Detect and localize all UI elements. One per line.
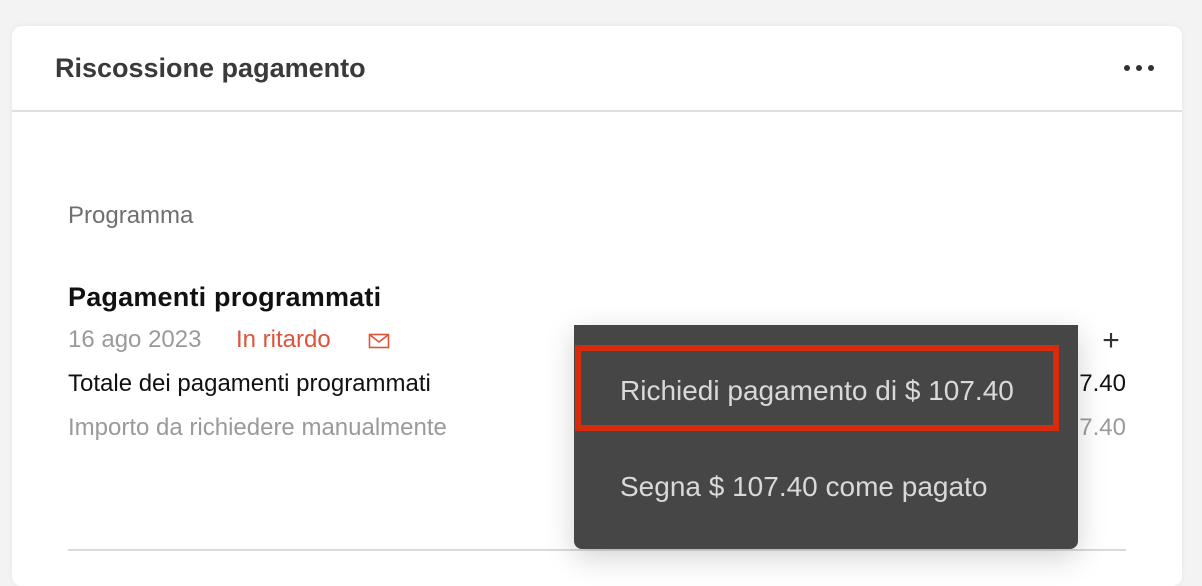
menu-item-label: Segna $ 107.40 come pagato — [620, 471, 988, 502]
card-title: Riscossione pagamento — [55, 53, 366, 83]
divider — [68, 549, 1126, 551]
manual-amount-label: Importo da richiedere manualmente — [68, 414, 447, 441]
section-label: Programma — [68, 202, 194, 229]
card-header: Riscossione pagamento — [12, 26, 1182, 112]
actions-dropdown-menu: Richiedi pagamento di $ 107.40 Segna $ 1… — [574, 325, 1078, 549]
plus-icon[interactable]: + — [1096, 326, 1126, 356]
mail-icon[interactable] — [368, 332, 390, 350]
due-date: 16 ago 2023 — [68, 326, 202, 353]
status-badge: In ritardo — [236, 326, 331, 353]
scheduled-payments-title: Pagamenti programmati — [68, 282, 382, 312]
total-scheduled-value: 7.40 — [1079, 370, 1126, 397]
menu-item-label: Richiedi pagamento di $ 107.40 — [620, 375, 1014, 406]
mark-as-paid-menu-item[interactable]: Segna $ 107.40 come pagato — [574, 439, 1078, 533]
more-options-button[interactable] — [1124, 56, 1154, 80]
request-payment-menu-item[interactable]: Richiedi pagamento di $ 107.40 — [574, 345, 1078, 437]
manual-amount-value: 7.40 — [1079, 414, 1126, 441]
total-scheduled-label: Totale dei pagamenti programmati — [68, 370, 431, 397]
ellipsis-horizontal-icon — [1124, 65, 1130, 71]
